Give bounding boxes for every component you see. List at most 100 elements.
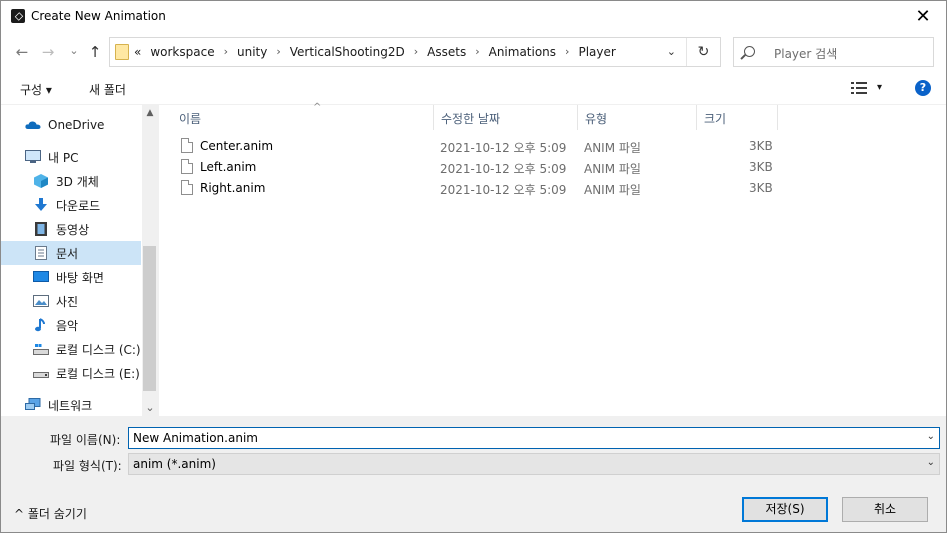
sidebar-item-documents[interactable]: 문서 bbox=[1, 241, 141, 265]
table-row[interactable]: Right.anim 2021-10-12 오후 5:09 ANIM 파일 3K… bbox=[177, 178, 777, 199]
address-dropdown-icon[interactable]: ⌄ bbox=[667, 45, 676, 58]
sidebar-item-label: 3D 개체 bbox=[56, 174, 99, 189]
sidebar-item-3d-objects[interactable]: 3D 개체 bbox=[1, 169, 141, 193]
column-divider[interactable] bbox=[577, 105, 578, 130]
chevron-right-icon[interactable]: › bbox=[565, 45, 569, 59]
filename-label: 파일 이름(N): bbox=[50, 433, 121, 447]
sidebar-item-pictures[interactable]: 사진 bbox=[1, 289, 141, 313]
help-icon[interactable]: ? bbox=[915, 80, 931, 96]
file-icon bbox=[181, 180, 193, 195]
forward-button[interactable]: → bbox=[37, 41, 59, 63]
file-icon bbox=[181, 159, 193, 174]
drive-icon bbox=[33, 366, 49, 380]
sidebar-item-label: 음악 bbox=[56, 318, 79, 333]
scrollbar-thumb[interactable] bbox=[143, 246, 156, 391]
new-folder-button[interactable]: 새 폴더 bbox=[89, 81, 126, 98]
close-button[interactable]: ✕ bbox=[900, 1, 946, 32]
file-list: 이름 ^ 수정한 날짜 유형 크기 Center.anim 2021-10-12… bbox=[159, 102, 946, 416]
breadcrumb-workspace[interactable]: workspace bbox=[150, 45, 214, 59]
save-options-panel: 파일 이름(N): New Animation.anim ⌄ 파일 형식(T):… bbox=[1, 416, 946, 532]
file-size: 3KB bbox=[749, 160, 773, 174]
folder-icon bbox=[115, 44, 129, 60]
column-header-modified[interactable]: 수정한 날짜 bbox=[435, 105, 577, 130]
file-type: ANIM 파일 bbox=[584, 162, 641, 176]
column-label: 이름 bbox=[179, 112, 202, 126]
network-icon bbox=[25, 398, 41, 412]
column-header-name[interactable]: 이름 ^ bbox=[173, 102, 433, 130]
sidebar-item-drive-c[interactable]: 로컬 디스크 (C:) bbox=[1, 337, 141, 361]
sidebar-item-downloads[interactable]: 다운로드 bbox=[1, 193, 141, 217]
file-type: ANIM 파일 bbox=[584, 183, 641, 197]
sidebar-item-label: 네트워크 bbox=[48, 398, 93, 413]
computer-icon bbox=[25, 150, 41, 164]
table-row[interactable]: Left.anim 2021-10-12 오후 5:09 ANIM 파일 3KB bbox=[177, 157, 777, 178]
file-modified: 2021-10-12 오후 5:09 bbox=[440, 141, 567, 155]
file-name: Right.anim bbox=[200, 181, 266, 195]
filetype-value: anim (*.anim) bbox=[133, 457, 216, 471]
cancel-button[interactable]: 취소 bbox=[842, 497, 928, 522]
chevron-right-icon[interactable]: › bbox=[475, 45, 479, 59]
breadcrumb-unity[interactable]: unity bbox=[237, 45, 267, 59]
chevron-right-icon[interactable]: › bbox=[414, 45, 418, 59]
scroll-down-icon[interactable]: ⌄ bbox=[142, 399, 158, 416]
filetype-select[interactable]: anim (*.anim) ⌄ bbox=[128, 453, 940, 475]
sidebar-item-this-pc[interactable]: 내 PC bbox=[1, 145, 141, 169]
column-divider[interactable] bbox=[777, 105, 778, 130]
search-icon bbox=[744, 46, 755, 57]
file-modified: 2021-10-12 오후 5:09 bbox=[440, 162, 567, 176]
sidebar-item-onedrive[interactable]: OneDrive bbox=[1, 113, 141, 137]
music-icon bbox=[33, 318, 49, 332]
search-input[interactable]: Player 검색 bbox=[733, 37, 934, 67]
column-divider[interactable] bbox=[433, 105, 434, 130]
sidebar-item-label: 로컬 디스크 (E:) bbox=[56, 366, 140, 381]
sidebar-item-label: 사진 bbox=[56, 294, 79, 309]
sidebar-item-network[interactable]: 네트워크 bbox=[1, 393, 141, 416]
breadcrumb-overflow[interactable]: « bbox=[134, 45, 141, 59]
column-divider[interactable] bbox=[696, 105, 697, 130]
column-header-size[interactable]: 크기 bbox=[698, 105, 776, 130]
sidebar-item-label: 다운로드 bbox=[56, 198, 101, 213]
file-icon bbox=[181, 138, 193, 153]
table-row[interactable]: Center.anim 2021-10-12 오후 5:09 ANIM 파일 3… bbox=[177, 136, 777, 157]
chevron-right-icon[interactable]: › bbox=[276, 45, 280, 59]
back-button[interactable]: ← bbox=[11, 41, 33, 63]
chevron-down-icon[interactable]: ⌄ bbox=[927, 457, 935, 468]
download-icon bbox=[33, 198, 49, 212]
breadcrumb-player[interactable]: Player bbox=[578, 45, 615, 59]
view-options-icon[interactable] bbox=[851, 82, 867, 94]
address-bar[interactable]: « workspace › unity › VerticalShooting2D… bbox=[109, 37, 721, 67]
hide-folders-button[interactable]: ^ 폴더 숨기기 bbox=[14, 505, 87, 522]
view-dropdown-icon[interactable]: ▾ bbox=[877, 82, 882, 93]
cube-icon bbox=[33, 174, 49, 188]
sidebar-item-drive-e[interactable]: 로컬 디스크 (E:) bbox=[1, 361, 141, 385]
sidebar-scrollbar[interactable]: ▲ ⌄ bbox=[142, 105, 158, 416]
picture-icon bbox=[33, 294, 49, 308]
save-dialog: Create New Animation ✕ ← → ⌄ ↑ « workspa… bbox=[0, 0, 947, 533]
drive-icon bbox=[33, 342, 49, 356]
breadcrumb-verticalshooting2d[interactable]: VerticalShooting2D bbox=[290, 45, 405, 59]
save-button[interactable]: 저장(S) bbox=[742, 497, 828, 522]
filename-field[interactable]: New Animation.anim ⌄ bbox=[128, 427, 940, 449]
column-header-type[interactable]: 유형 bbox=[579, 105, 695, 130]
unity-icon bbox=[11, 9, 25, 23]
organize-button[interactable]: 구성 ▾ bbox=[20, 81, 52, 98]
recent-locations-button[interactable]: ⌄ bbox=[63, 39, 85, 61]
sidebar-item-music[interactable]: 음악 bbox=[1, 313, 141, 337]
breadcrumb-assets[interactable]: Assets bbox=[427, 45, 466, 59]
sidebar-item-label: OneDrive bbox=[48, 118, 105, 132]
title-bar: Create New Animation ✕ bbox=[1, 1, 946, 32]
up-button[interactable]: ↑ bbox=[84, 41, 106, 63]
breadcrumb-animations[interactable]: Animations bbox=[489, 45, 556, 59]
scroll-up-icon[interactable]: ▲ bbox=[142, 105, 158, 122]
search-placeholder: Player 검색 bbox=[774, 47, 838, 61]
sidebar-item-label: 동영상 bbox=[56, 222, 90, 237]
chevron-right-icon[interactable]: › bbox=[224, 45, 228, 59]
refresh-button[interactable]: ↻ bbox=[686, 38, 720, 66]
navigation-bar: ← → ⌄ ↑ « workspace › unity › VerticalSh… bbox=[1, 32, 946, 72]
file-name: Left.anim bbox=[200, 160, 257, 174]
sidebar-item-videos[interactable]: 동영상 bbox=[1, 217, 141, 241]
sidebar-item-label: 바탕 화면 bbox=[56, 270, 104, 285]
sidebar-item-desktop[interactable]: 바탕 화면 bbox=[1, 265, 141, 289]
filename-value: New Animation.anim bbox=[133, 431, 258, 445]
chevron-down-icon[interactable]: ⌄ bbox=[927, 431, 935, 442]
